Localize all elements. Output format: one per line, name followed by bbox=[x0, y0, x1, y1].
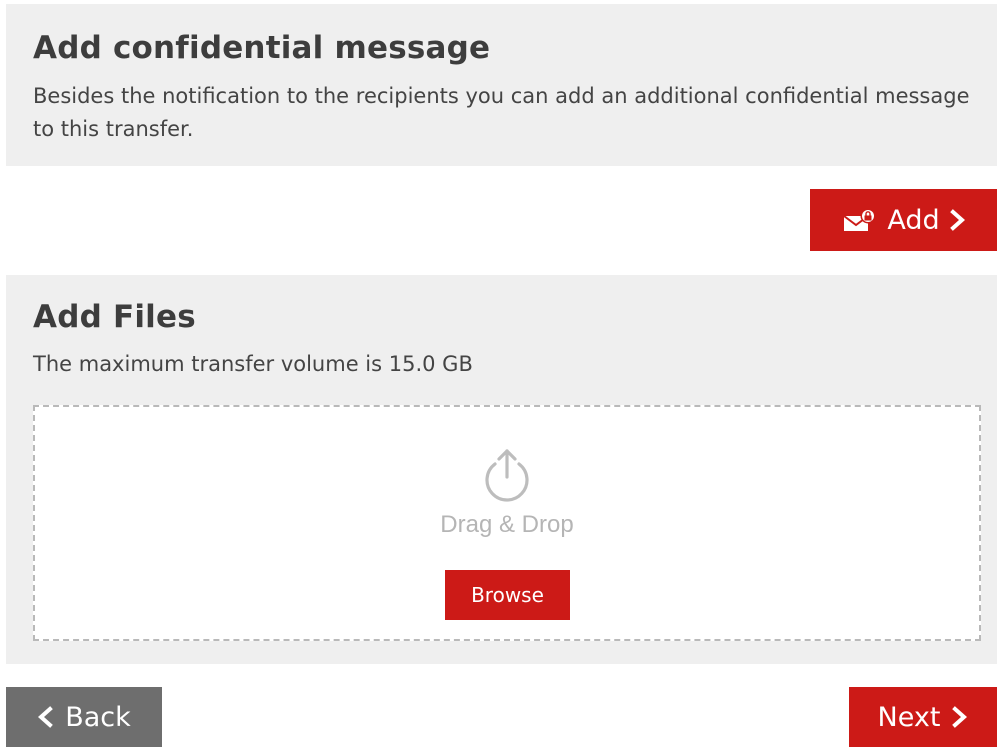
back-button[interactable]: Back bbox=[6, 687, 162, 747]
drag-drop-label: Drag & Drop bbox=[440, 511, 574, 538]
chevron-left-icon bbox=[37, 706, 54, 728]
confidential-message-description: Besides the notification to the recipien… bbox=[33, 84, 970, 141]
back-label: Back bbox=[65, 701, 131, 733]
envelope-lock-icon bbox=[843, 208, 877, 232]
file-drop-zone[interactable]: Drag & Drop Browse bbox=[33, 405, 981, 641]
next-label: Next bbox=[877, 701, 941, 733]
next-button[interactable]: Next bbox=[849, 687, 997, 747]
add-message-button[interactable]: Add bbox=[810, 189, 997, 251]
browse-button[interactable]: Browse bbox=[445, 570, 570, 620]
add-message-label: Add bbox=[887, 204, 940, 236]
confidential-message-title: Add confidential message bbox=[33, 30, 491, 66]
confidential-message-panel: Add confidential message Besides the not… bbox=[6, 4, 997, 166]
chevron-right-icon bbox=[952, 706, 968, 728]
add-files-panel: Add Files The maximum transfer volume is… bbox=[6, 275, 997, 664]
add-files-title: Add Files bbox=[33, 299, 196, 335]
page: Add confidential message Besides the not… bbox=[0, 0, 997, 747]
max-transfer-volume: The maximum transfer volume is 15.0 GB bbox=[33, 352, 473, 376]
upload-icon bbox=[475, 445, 539, 509]
chevron-right-icon bbox=[949, 209, 966, 231]
